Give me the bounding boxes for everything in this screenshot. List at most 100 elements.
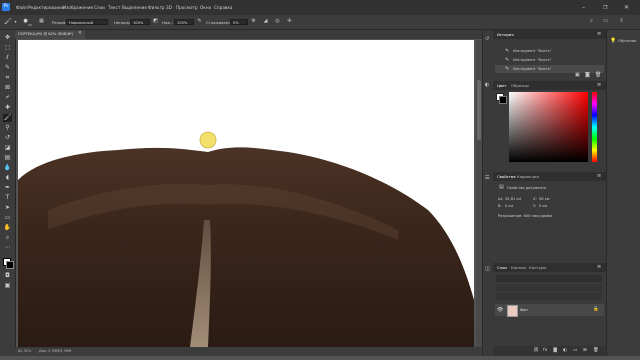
menu-view[interactable]: Просмотр xyxy=(176,5,198,10)
eyedropper-tool-icon[interactable]: ⌿ xyxy=(3,94,12,102)
quick-mask-icon[interactable]: ◘ xyxy=(3,272,12,280)
document-tab[interactable]: ПОРТЕКА.JPG @ 62% (RGB/8*) ✕ xyxy=(15,30,86,39)
tab-channels[interactable]: Каналы xyxy=(511,265,526,270)
menu-type[interactable]: Текст xyxy=(108,5,120,10)
new-layer-icon[interactable]: ⊞ xyxy=(583,348,587,353)
trash-icon[interactable]: 🗑 xyxy=(593,348,599,353)
layers-panel-icon[interactable]: ◫ xyxy=(485,266,490,272)
eraser-tool-icon[interactable]: ◪ xyxy=(3,144,12,152)
history-brush-tool-icon[interactable]: ↺ xyxy=(3,134,12,142)
close-tab-icon[interactable]: ✕ xyxy=(78,31,82,36)
brush-tool-icon[interactable]: 🖌 xyxy=(3,114,12,122)
dodge-tool-icon[interactable]: ◖ xyxy=(3,174,12,182)
ps-logo-icon[interactable]: Ps xyxy=(2,3,10,11)
tab-layers[interactable]: Слои xyxy=(497,265,507,270)
opacity-input[interactable]: 100% xyxy=(130,19,150,25)
menu-help[interactable]: Справка xyxy=(214,5,232,10)
type-tool-icon[interactable]: T xyxy=(3,194,12,202)
mask-icon[interactable]: ◙ xyxy=(553,348,557,353)
eye-icon[interactable]: 👁 xyxy=(497,307,503,313)
stamp-tool-icon[interactable]: ⚲ xyxy=(3,124,12,132)
move-tool-icon[interactable]: ✥ xyxy=(3,34,12,42)
saturation-value-field[interactable] xyxy=(509,92,588,162)
menu-window[interactable]: Окно xyxy=(200,5,211,10)
tab-swatches[interactable]: Образцы xyxy=(511,83,529,88)
healing-tool-icon[interactable]: ✚ xyxy=(3,104,12,112)
trash-icon[interactable]: 🗑 xyxy=(595,72,601,78)
layer-filter-row[interactable] xyxy=(496,275,602,282)
tab-properties[interactable]: Свойства xyxy=(497,174,516,179)
lightbulb-icon[interactable]: 💡 xyxy=(610,38,616,44)
pressure-size-icon[interactable]: ◎ xyxy=(274,18,281,25)
brush-settings-icon[interactable]: ▦ xyxy=(38,18,45,25)
height-value[interactable]: 0 см xyxy=(505,204,513,208)
symmetry-icon[interactable]: ✣ xyxy=(286,18,293,25)
folder-icon[interactable]: ▭ xyxy=(573,348,577,353)
path-select-tool-icon[interactable]: ➤ xyxy=(3,204,12,212)
panel-menu-icon[interactable]: ≡ xyxy=(597,173,601,179)
panel-menu-icon[interactable]: ≡ xyxy=(597,264,601,270)
crop-tool-icon[interactable]: ⌗ xyxy=(3,74,12,82)
chevron-down-icon[interactable]: ▾ xyxy=(12,18,19,25)
tab-adjustments[interactable]: Коррекция xyxy=(517,174,539,179)
menu-3d[interactable]: 3D xyxy=(166,5,172,10)
zoom-tool-icon[interactable]: ⌕ xyxy=(3,234,12,242)
smoothing-input[interactable]: 0% xyxy=(230,19,248,25)
color-panel-icon[interactable]: ◐ xyxy=(485,82,489,88)
frame-tool-icon[interactable]: ⊠ xyxy=(3,84,12,92)
new-document-from-state-icon[interactable]: ▣ xyxy=(575,72,580,78)
adjustment-icon[interactable]: ◐ xyxy=(563,348,567,353)
mode-select[interactable]: Нормальный xyxy=(66,19,108,25)
tab-history[interactable]: История xyxy=(497,32,514,37)
scrollbar-thumb[interactable] xyxy=(477,80,481,140)
x-value[interactable]: 56 см xyxy=(539,197,549,201)
share-icon[interactable]: ⇪ xyxy=(618,18,625,25)
camera-icon[interactable]: ◙ xyxy=(585,72,590,78)
zoom-readout[interactable]: 62,32% xyxy=(18,349,31,353)
menu-image[interactable]: Изображение xyxy=(63,5,93,10)
workspace-icon[interactable]: ▭ xyxy=(602,18,609,25)
link-icon[interactable]: ⛓ xyxy=(533,348,539,353)
document-canvas[interactable] xyxy=(18,40,474,347)
lasso-tool-icon[interactable]: ℓ xyxy=(3,54,12,62)
color-bg-swatch[interactable] xyxy=(499,96,507,104)
flow-input[interactable]: 100% xyxy=(174,19,194,25)
history-icon[interactable]: ↺ xyxy=(485,36,489,42)
airbrush-icon[interactable]: ✎ xyxy=(196,18,203,25)
brush-tool-icon[interactable]: 🖌 xyxy=(4,18,12,25)
pressure-opacity-icon[interactable]: ◩ xyxy=(152,18,159,25)
quick-select-tool-icon[interactable]: ✎ xyxy=(3,64,12,72)
menu-edit[interactable]: Редактирование xyxy=(28,5,65,10)
blend-mode-row[interactable] xyxy=(496,284,602,291)
background-color-swatch[interactable] xyxy=(6,261,14,269)
hue-slider[interactable] xyxy=(592,92,597,162)
gear-icon[interactable]: ⚙ xyxy=(250,18,257,25)
angle-icon[interactable]: ◢ xyxy=(262,18,269,25)
fx-icon[interactable]: fx xyxy=(543,348,547,353)
properties-panel-icon[interactable]: ☰ xyxy=(485,175,489,181)
learn-label[interactable]: Обучение xyxy=(618,39,636,43)
gradient-tool-icon[interactable]: ▤ xyxy=(3,154,12,162)
lock-row[interactable] xyxy=(496,293,602,300)
width-value[interactable]: 35,81 см xyxy=(505,197,521,201)
search-icon[interactable]: ⌕ xyxy=(588,18,595,25)
tab-color[interactable]: Цвет xyxy=(497,83,507,88)
close-icon[interactable]: ✕ xyxy=(624,4,629,11)
layer-row[interactable]: 👁 Фон 🔒 xyxy=(495,304,604,317)
maximize-icon[interactable]: ❐ xyxy=(603,5,607,11)
minimize-icon[interactable]: – xyxy=(582,4,585,11)
blur-tool-icon[interactable]: 💧 xyxy=(3,164,12,172)
edit-toolbar-icon[interactable]: ⋯ xyxy=(3,244,12,252)
y-value[interactable]: 0 см xyxy=(539,204,547,208)
tab-paths[interactable]: Контуры xyxy=(529,265,546,270)
screen-mode-icon[interactable]: ▣ xyxy=(3,282,12,290)
pen-tool-icon[interactable]: ✒ xyxy=(3,184,12,192)
marquee-tool-icon[interactable]: ⬚ xyxy=(3,44,12,52)
menu-file[interactable]: Файл xyxy=(16,5,28,10)
history-item[interactable]: ✎ Инструмент "Кисть" xyxy=(495,56,604,64)
history-item[interactable]: ✎ Инструмент "Кисть" xyxy=(495,47,604,55)
shape-tool-icon[interactable]: ▭ xyxy=(3,214,12,222)
menu-select[interactable]: Выделение xyxy=(122,5,147,10)
menu-layers[interactable]: Слои xyxy=(94,5,105,10)
panel-menu-icon[interactable]: ≡ xyxy=(597,31,601,37)
